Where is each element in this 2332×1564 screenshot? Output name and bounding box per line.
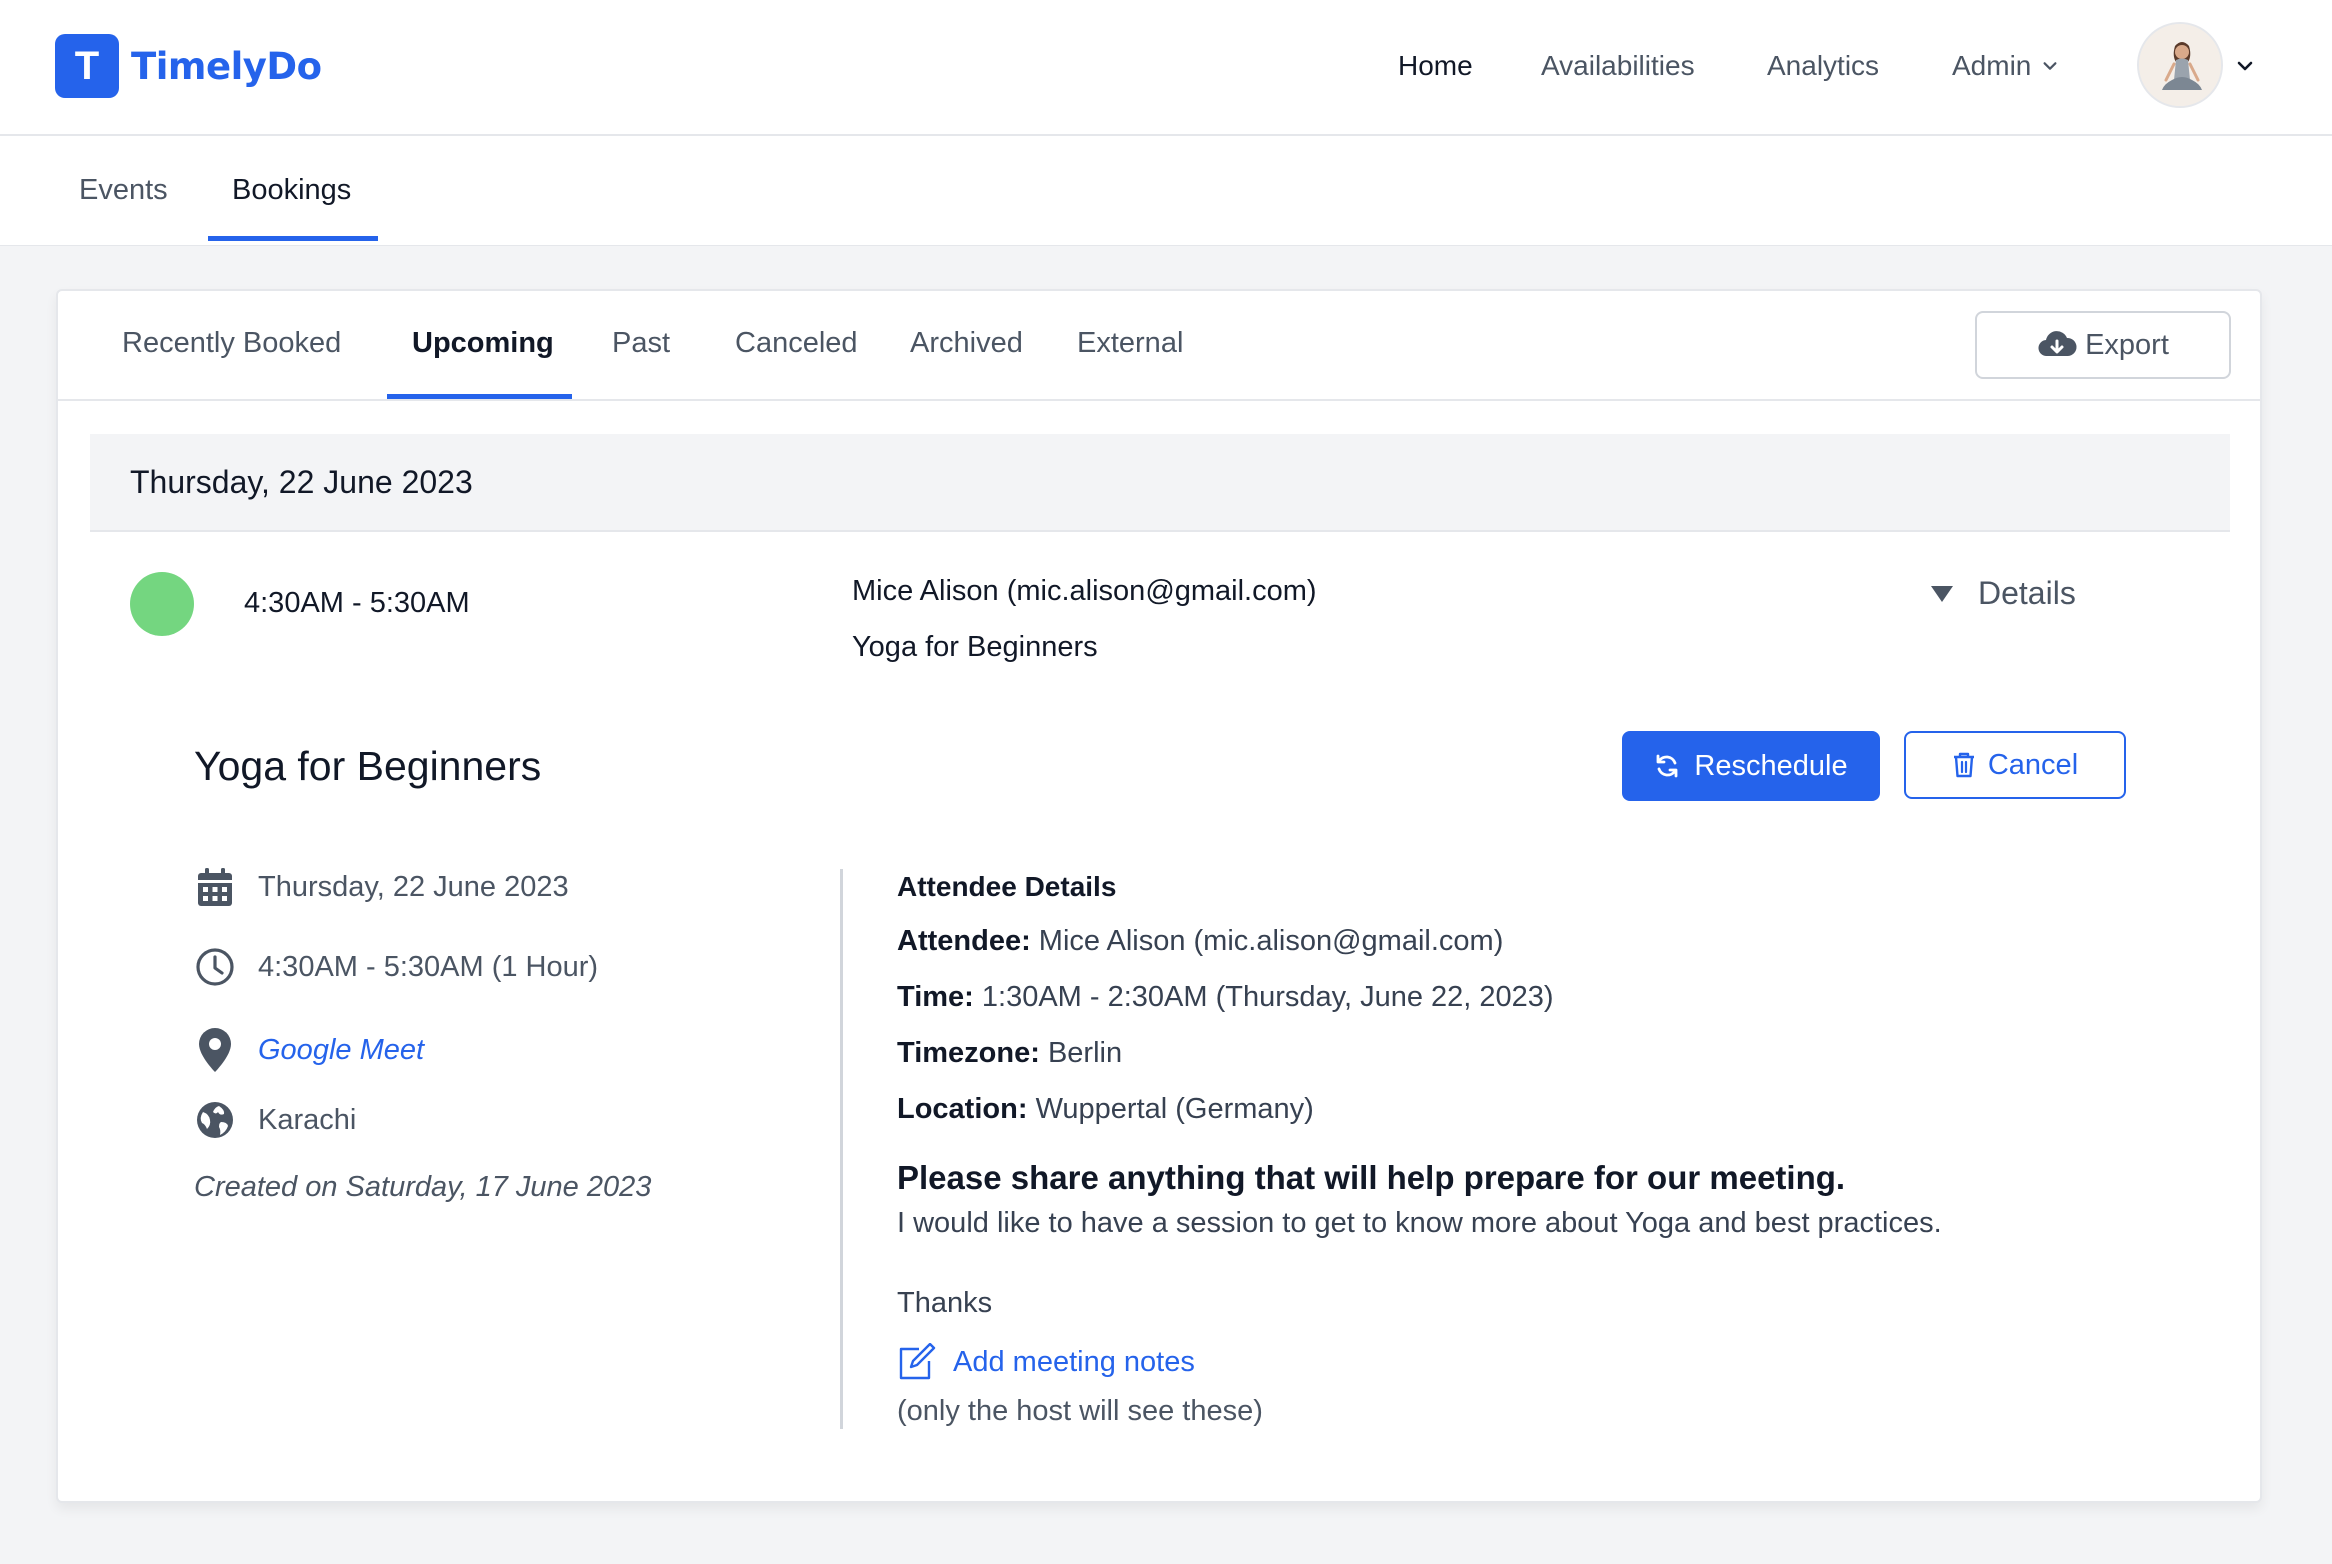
detail-time: 4:30AM - 5:30AM (1 Hour) — [258, 950, 599, 983]
date-group-header: Thursday, 22 June 2023 — [90, 434, 2230, 532]
detail-location-row: Google Meet — [194, 1028, 424, 1072]
filter-tab-past[interactable]: Past — [612, 325, 670, 361]
attendee-location-line: Location: Wuppertal (Germany) — [897, 1093, 1314, 1126]
avatar-yoga-image — [2139, 24, 2221, 106]
attendee-time-label: Time: — [897, 981, 974, 1013]
booking-answer: I would like to have a session to get to… — [897, 1207, 1942, 1239]
detail-timezone: Karachi — [258, 1103, 357, 1136]
edit-note-icon — [899, 1343, 936, 1380]
export-button[interactable]: Export — [1975, 311, 2231, 379]
nav-analytics[interactable]: Analytics — [1767, 48, 1879, 84]
sub-navigation: Events Bookings — [0, 136, 2332, 246]
attendee-time-value: 1:30AM - 2:30AM (Thursday, June 22, 2023… — [981, 981, 1554, 1013]
booking-attendee: Mice Alison (mic.alison@gmail.com) — [852, 575, 1317, 607]
filter-tab-recently-booked[interactable]: Recently Booked — [122, 325, 341, 361]
user-avatar[interactable] — [2137, 22, 2223, 108]
location-link-google-meet[interactable]: Google Meet — [258, 1034, 424, 1067]
attendee-time-line: Time: 1:30AM - 2:30AM (Thursday, June 22… — [897, 981, 1554, 1014]
add-meeting-notes-label: Add meeting notes — [953, 1345, 1195, 1378]
clock-icon — [194, 946, 236, 988]
details-label: Details — [1978, 575, 2076, 611]
attendee-timezone-line: Timezone: Berlin — [897, 1037, 1122, 1070]
detail-event-title: Yoga for Beginners — [194, 743, 542, 789]
created-on-text: Created on Saturday, 17 June 2023 — [194, 1171, 652, 1203]
tab-bookings[interactable]: Bookings — [232, 172, 351, 208]
map-pin-icon — [194, 1028, 236, 1072]
detail-date-row: Thursday, 22 June 2023 — [194, 866, 569, 908]
cancel-label: Cancel — [1987, 748, 2079, 781]
attendee-details-heading: Attendee Details — [897, 871, 1117, 902]
date-group-label: Thursday, 22 June 2023 — [130, 464, 473, 500]
calendar-icon — [194, 866, 236, 908]
nav-availabilities[interactable]: Availabilities — [1541, 48, 1695, 84]
booking-time-range: 4:30AM - 5:30AM — [244, 587, 470, 619]
attendee-label: Attendee: — [897, 925, 1031, 957]
export-label: Export — [2085, 328, 2169, 361]
reschedule-label: Reschedule — [1694, 749, 1848, 782]
reschedule-button[interactable]: Reschedule — [1622, 731, 1880, 801]
attendee-timezone-label: Timezone: — [897, 1037, 1040, 1069]
account-chevron-down-icon[interactable] — [2235, 56, 2255, 76]
attendee-location-value: Wuppertal (Germany) — [1035, 1093, 1314, 1125]
booking-event-name: Yoga for Beginners — [852, 631, 1098, 663]
detail-time-row: 4:30AM - 5:30AM (1 Hour) — [194, 946, 598, 988]
detail-timezone-row: Karachi — [194, 1099, 356, 1141]
attendee-value: Mice Alison (mic.alison@gmail.com) — [1038, 925, 1504, 957]
attendee-timezone-value: Berlin — [1047, 1037, 1123, 1069]
column-divider — [840, 869, 843, 1429]
bookings-card: Recently Booked Upcoming Past Canceled A… — [56, 289, 2262, 1503]
filter-tab-canceled[interactable]: Canceled — [735, 325, 858, 361]
nav-home[interactable]: Home — [1398, 48, 1473, 84]
booking-filter-tabs: Recently Booked Upcoming Past Canceled A… — [58, 291, 2260, 401]
chevron-down-icon — [2043, 62, 2057, 70]
globe-icon — [194, 1099, 236, 1141]
detail-date: Thursday, 22 June 2023 — [258, 870, 569, 903]
cancel-button[interactable]: Cancel — [1904, 731, 2126, 799]
filter-tab-upcoming[interactable]: Upcoming — [412, 325, 554, 361]
add-meeting-notes-link[interactable]: Add meeting notes — [897, 1343, 1195, 1381]
booking-question: Please share anything that will help pre… — [897, 1159, 1846, 1196]
trash-icon — [1953, 752, 1974, 778]
details-toggle[interactable]: Details — [1930, 575, 2076, 612]
tab-bookings-active-indicator — [208, 236, 378, 241]
attendee-line: Attendee: Mice Alison (mic.alison@gmail.… — [897, 925, 1503, 958]
filter-tab-external[interactable]: External — [1077, 325, 1183, 361]
cloud-download-icon — [2038, 331, 2077, 357]
main-nav: Home Availabilities Analytics Admin — [0, 48, 2332, 88]
top-header: T TimelyDo Home Availabilities Analytics… — [0, 0, 2332, 136]
refresh-icon — [1657, 754, 1678, 778]
meeting-notes-hint: (only the host will see these) — [897, 1395, 1263, 1427]
tab-events[interactable]: Events — [79, 172, 168, 208]
caret-down-icon — [1931, 585, 1953, 602]
attendee-location-label: Location: — [897, 1093, 1028, 1125]
booking-status-indicator — [130, 572, 194, 636]
filter-tab-archived[interactable]: Archived — [910, 325, 1023, 361]
nav-admin-label: Admin — [1952, 50, 2032, 81]
filter-tab-active-indicator — [387, 394, 572, 399]
booking-answer-signoff: Thanks — [897, 1287, 993, 1319]
nav-admin-dropdown[interactable]: Admin — [1952, 48, 2059, 84]
